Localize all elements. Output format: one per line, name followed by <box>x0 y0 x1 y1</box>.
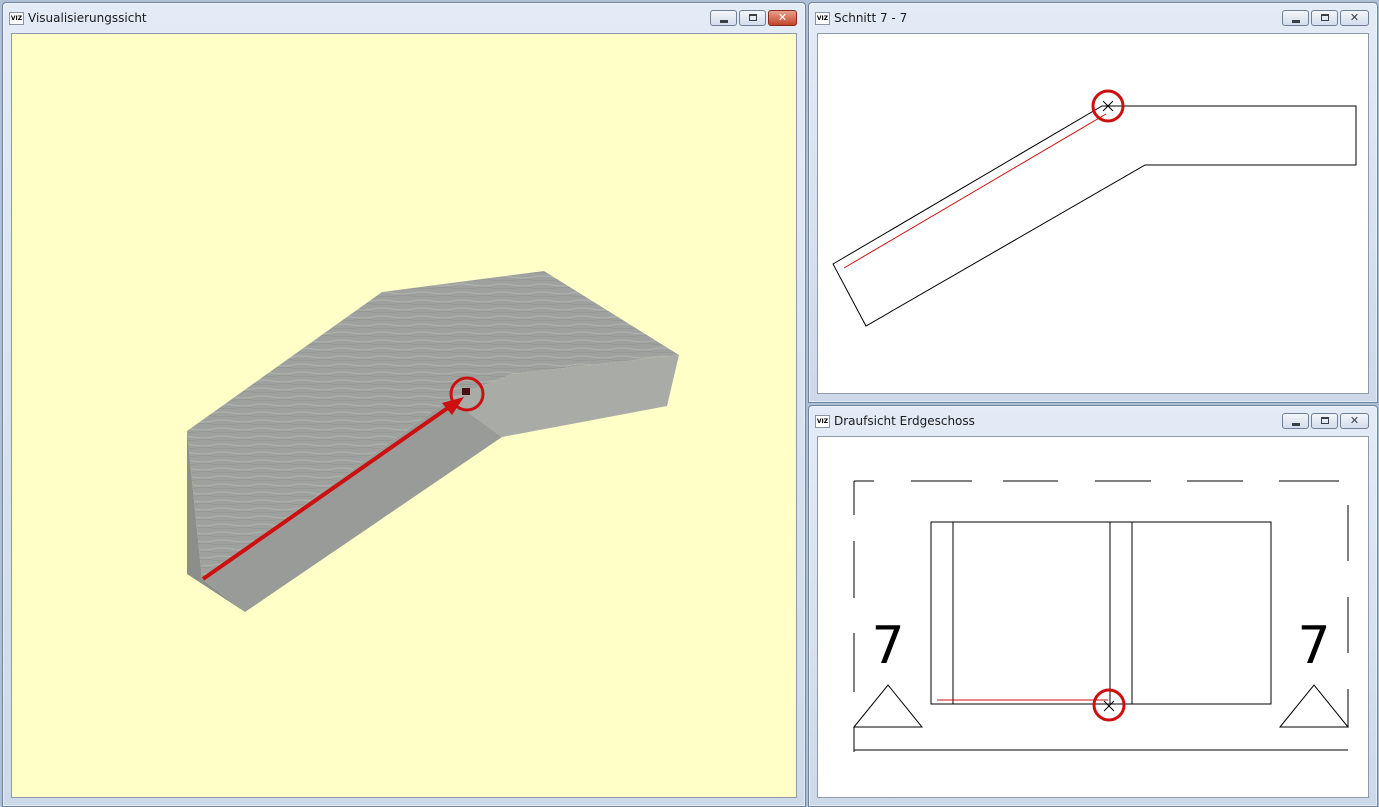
section-mark-right-label: 7 <box>1297 616 1330 676</box>
minimize-icon <box>1292 20 1300 23</box>
plan-window: VIZ Draufsicht Erdgeschoss ✕ 7 7 <box>808 405 1378 807</box>
visualization-window-title: Visualisierungssicht <box>28 11 147 25</box>
minimize-button[interactable] <box>710 10 737 26</box>
minimize-button[interactable] <box>1282 413 1309 429</box>
section-mark-left-label: 7 <box>871 616 904 676</box>
section-mark-left <box>852 684 924 728</box>
maximize-icon <box>1321 417 1329 424</box>
plan-drawing: 7 7 <box>852 480 1350 752</box>
app-logo-icon: VIZ <box>815 12 830 25</box>
section-titlebar[interactable]: VIZ Schnitt 7 - 7 ✕ <box>809 3 1377 33</box>
plan-cross-marker <box>1103 700 1115 712</box>
plan-slab-rectangles <box>930 521 1272 705</box>
section-canvas[interactable] <box>817 33 1369 394</box>
section-window: VIZ Schnitt 7 - 7 ✕ <box>808 2 1378 403</box>
close-icon: ✕ <box>777 11 788 24</box>
section-mark-right <box>1278 684 1350 728</box>
3d-viewport <box>187 271 679 612</box>
section-red-line <box>843 113 1107 269</box>
plan-window-title: Draufsicht Erdgeschoss <box>834 414 975 428</box>
plan-highlight-circle <box>1092 688 1126 722</box>
maximize-button[interactable] <box>1311 10 1338 26</box>
minimize-icon <box>720 20 728 23</box>
section-drawing <box>832 89 1357 327</box>
minimize-icon <box>1292 423 1300 426</box>
app-logo-icon: VIZ <box>815 415 830 428</box>
maximize-button[interactable] <box>1311 413 1338 429</box>
maximize-icon <box>749 14 757 21</box>
visualization-canvas[interactable] <box>11 33 797 798</box>
app-logo-icon: VIZ <box>9 12 24 25</box>
close-icon: ✕ <box>1349 414 1360 427</box>
visualization-titlebar[interactable]: VIZ Visualisierungssicht ✕ <box>3 3 805 33</box>
plan-canvas[interactable]: 7 7 <box>817 436 1369 798</box>
section-window-title: Schnitt 7 - 7 <box>834 11 908 25</box>
visualization-window: VIZ Visualisierungssicht ✕ <box>2 2 806 807</box>
close-icon: ✕ <box>1349 11 1360 24</box>
section-slab-outline <box>832 105 1357 327</box>
close-button[interactable]: ✕ <box>1340 413 1369 429</box>
close-button[interactable]: ✕ <box>768 10 797 26</box>
close-button[interactable]: ✕ <box>1340 10 1369 26</box>
maximize-button[interactable] <box>739 10 766 26</box>
snap-point-marker <box>462 388 470 395</box>
minimize-button[interactable] <box>1282 10 1309 26</box>
plan-titlebar[interactable]: VIZ Draufsicht Erdgeschoss ✕ <box>809 406 1377 436</box>
maximize-icon <box>1321 14 1329 21</box>
